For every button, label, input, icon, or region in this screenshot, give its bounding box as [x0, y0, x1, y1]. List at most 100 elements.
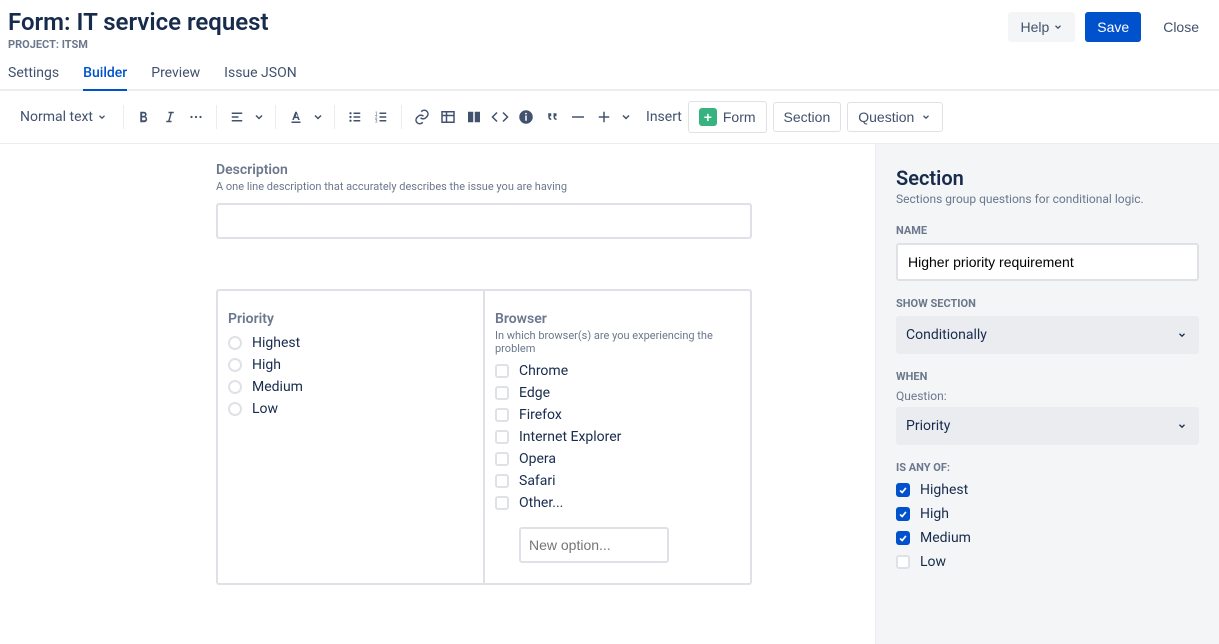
browser-column: Browser In which browser(s) are you expe…	[483, 291, 750, 583]
radio-icon	[228, 402, 242, 416]
priority-option[interactable]: Medium	[228, 379, 473, 395]
when-question-select[interactable]: Priority	[896, 407, 1199, 445]
svg-text:3: 3	[375, 118, 378, 124]
table-icon[interactable]	[438, 107, 458, 127]
section-name-input[interactable]	[896, 243, 1199, 281]
browser-option[interactable]: Safari	[495, 473, 740, 489]
checkbox-icon	[896, 531, 910, 545]
option-label: Medium	[252, 379, 303, 395]
separator	[275, 105, 276, 129]
option-label: Edge	[519, 385, 550, 401]
browser-option[interactable]: Other...	[495, 495, 740, 511]
separator	[401, 105, 402, 129]
description-hint: A one line description that accurately d…	[216, 180, 752, 193]
text-style-label: Normal text	[20, 109, 93, 125]
browser-option[interactable]: Chrome	[495, 363, 740, 379]
checkbox-icon	[495, 452, 509, 466]
separator	[216, 105, 217, 129]
priority-column: Priority HighestHighMediumLow	[218, 291, 483, 583]
option-label: Low	[252, 401, 278, 417]
description-field: Description A one line description that …	[216, 162, 752, 239]
checkbox-icon	[896, 507, 910, 521]
layout-icon[interactable]	[464, 107, 484, 127]
new-option-input[interactable]	[519, 527, 669, 563]
option-label: Firefox	[519, 407, 562, 423]
checkbox-icon	[495, 496, 509, 510]
divider-icon[interactable]	[568, 107, 588, 127]
chevron-down-icon[interactable]	[312, 111, 324, 123]
question-btn-label: Question	[858, 109, 914, 125]
radio-icon	[228, 336, 242, 350]
option-label: Opera	[519, 451, 556, 467]
option-label: Other...	[519, 495, 563, 511]
anyof-option[interactable]: Medium	[896, 530, 1199, 546]
sidebar-desc: Sections group questions for conditional…	[896, 192, 1199, 206]
text-style-select[interactable]: Normal text	[14, 105, 113, 129]
close-button[interactable]: Close	[1151, 12, 1211, 42]
priority-option[interactable]: Low	[228, 401, 473, 417]
checkbox-icon	[495, 430, 509, 444]
option-label: High	[920, 506, 949, 522]
option-label: Highest	[920, 482, 968, 498]
link-icon[interactable]	[412, 107, 432, 127]
option-label: Medium	[920, 530, 971, 546]
anyof-option[interactable]: High	[896, 506, 1199, 522]
text-color-icon[interactable]	[286, 107, 306, 127]
checkbox-icon	[896, 483, 910, 497]
question-insert-button[interactable]: Question	[847, 102, 943, 132]
chevron-down-icon[interactable]	[253, 111, 265, 123]
bullet-list-icon[interactable]	[345, 107, 365, 127]
quote-icon[interactable]	[542, 107, 562, 127]
chevron-down-icon	[1175, 330, 1189, 340]
browser-option[interactable]: Opera	[495, 451, 740, 467]
priority-option[interactable]: High	[228, 357, 473, 373]
browser-option[interactable]: Firefox	[495, 407, 740, 423]
help-label: Help	[1020, 19, 1049, 35]
section-insert-button[interactable]: Section	[773, 102, 842, 132]
code-icon[interactable]	[490, 107, 510, 127]
help-button[interactable]: Help	[1008, 12, 1075, 42]
name-label: Name	[896, 224, 1199, 237]
browser-option[interactable]: Internet Explorer	[495, 429, 740, 445]
numbered-list-icon[interactable]: 123	[371, 107, 391, 127]
browser-label: Browser	[495, 311, 740, 327]
chevron-down-icon	[97, 112, 107, 122]
chevron-down-icon[interactable]	[620, 111, 632, 123]
page-title: Form: IT service request	[8, 8, 269, 36]
anyof-option[interactable]: Low	[896, 554, 1199, 570]
chevron-down-icon	[1175, 421, 1189, 431]
bold-icon[interactable]	[134, 107, 154, 127]
anyof-option[interactable]: Highest	[896, 482, 1199, 498]
anyof-label: Is any of:	[896, 461, 1199, 474]
info-icon[interactable]	[516, 107, 536, 127]
save-button[interactable]: Save	[1085, 12, 1141, 42]
show-section-select[interactable]: Conditionally	[896, 316, 1199, 354]
italic-icon[interactable]	[160, 107, 180, 127]
option-label: High	[252, 357, 281, 373]
description-label: Description	[216, 162, 752, 178]
description-input[interactable]	[216, 203, 752, 239]
insert-label: Insert	[646, 109, 682, 125]
tab-settings[interactable]: Settings	[8, 59, 59, 89]
browser-option[interactable]: Edge	[495, 385, 740, 401]
more-formatting-icon[interactable]	[186, 107, 206, 127]
option-label: Safari	[519, 473, 556, 489]
option-label: Low	[920, 554, 946, 570]
toolbar: Normal text 123 Insert + Form Section Qu…	[0, 91, 1219, 144]
tab-issue-json[interactable]: Issue JSON	[224, 59, 297, 89]
browser-hint: In which browser(s) are you experiencing…	[495, 329, 740, 355]
radio-icon	[228, 380, 242, 394]
form-insert-button[interactable]: + Form	[688, 101, 767, 133]
sidebar-title: Section	[896, 166, 1199, 190]
priority-option[interactable]: Highest	[228, 335, 473, 351]
checkbox-icon	[495, 474, 509, 488]
checkbox-icon	[495, 386, 509, 400]
split-section: Priority HighestHighMediumLow Browser In…	[216, 289, 752, 585]
tab-preview[interactable]: Preview	[151, 59, 200, 89]
form-plus-icon: +	[699, 108, 717, 126]
show-section-label: Show section	[896, 297, 1199, 310]
plus-icon[interactable]	[594, 107, 614, 127]
align-icon[interactable]	[227, 107, 247, 127]
separator	[334, 105, 335, 129]
tab-builder[interactable]: Builder	[83, 59, 127, 91]
